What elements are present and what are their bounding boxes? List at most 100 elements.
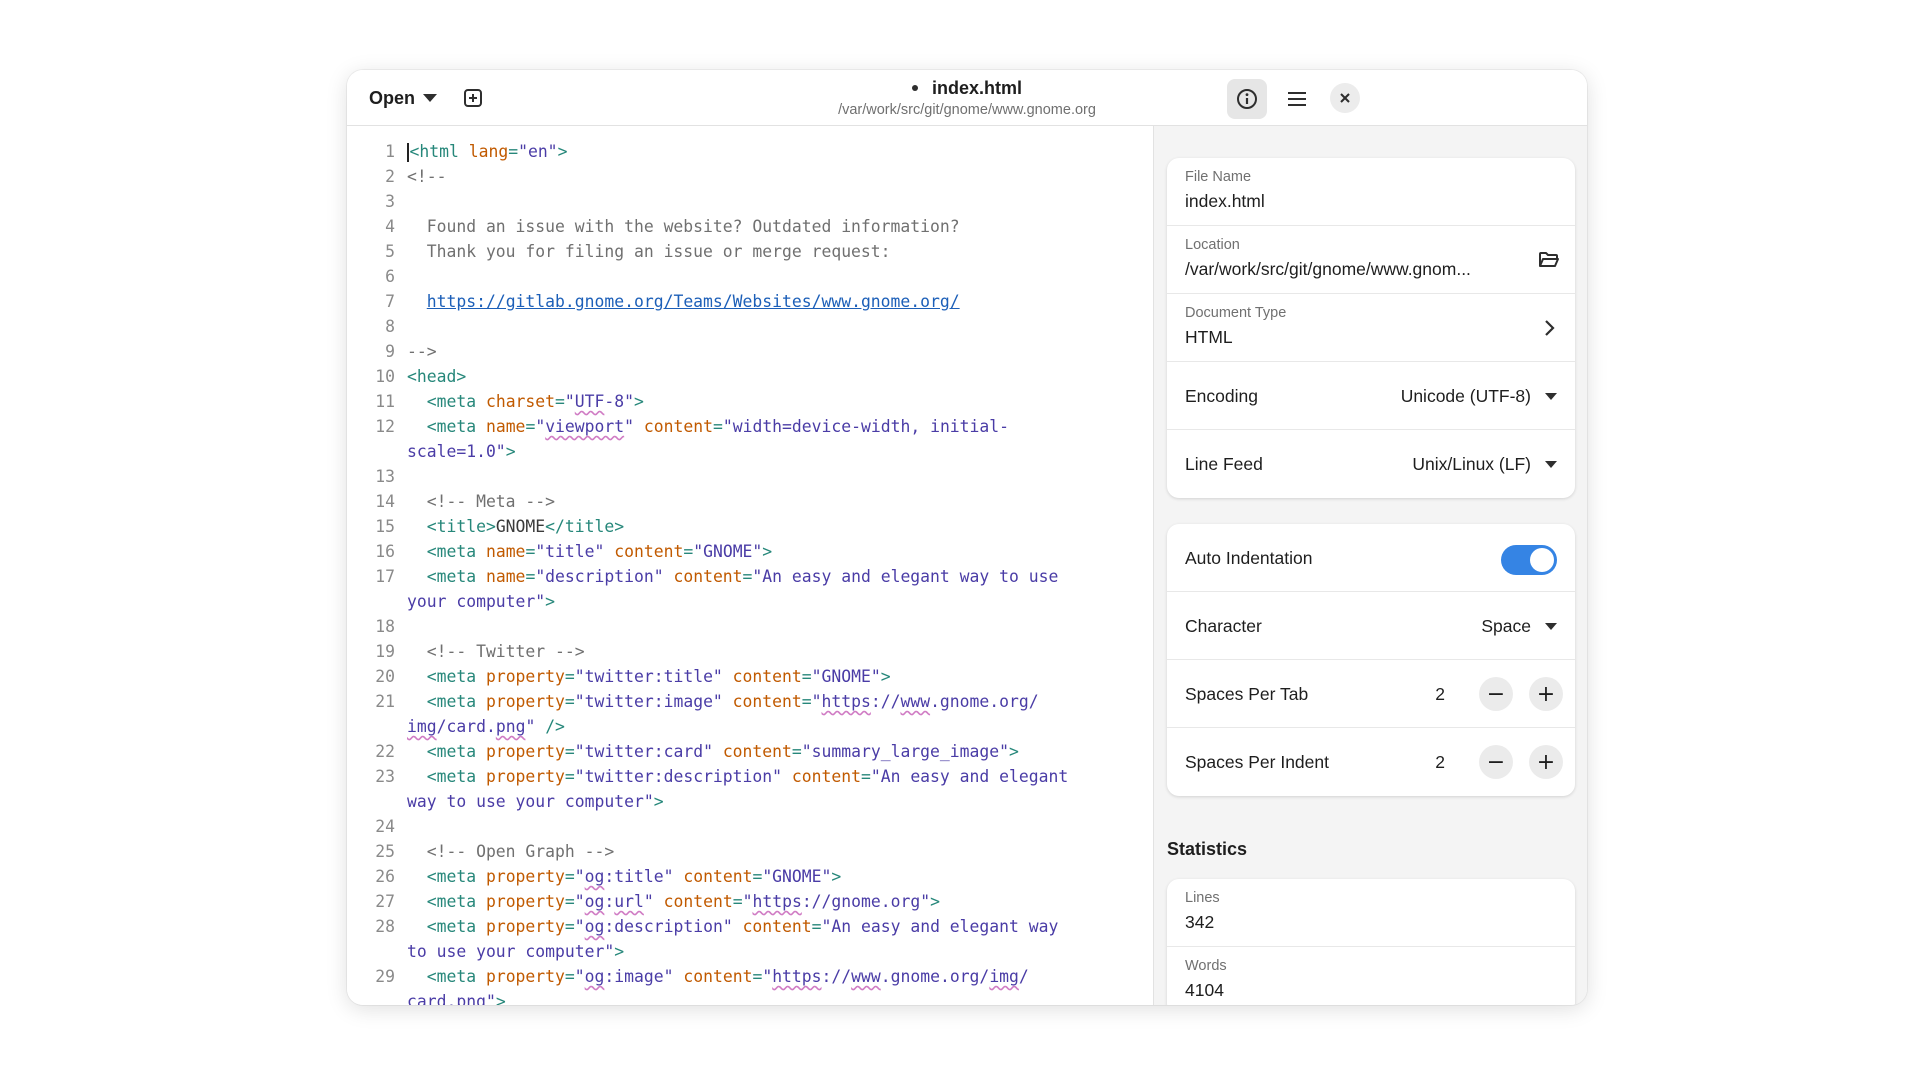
code-token: > — [831, 867, 842, 886]
code-token: property — [485, 767, 565, 786]
unsaved-indicator — [911, 85, 918, 91]
character-value: Space — [1481, 615, 1531, 636]
words-value: 4104 — [1185, 980, 1224, 1000]
spaces-per-tab-spinner: 2 − + — [1435, 660, 1563, 728]
code-token: property — [485, 742, 565, 761]
code-token: "twitter:description" — [574, 767, 792, 786]
code-token: content — [683, 867, 753, 886]
open-button[interactable]: Open — [359, 80, 447, 116]
spaces-per-tab-value[interactable]: 2 — [1435, 684, 1445, 705]
encoding-dropdown[interactable]: Unicode (UTF-8) — [1401, 362, 1557, 430]
close-icon — [1340, 93, 1350, 103]
code-token: <!-- Meta --> — [407, 492, 556, 511]
auto-indentation-switch[interactable] — [1501, 545, 1557, 575]
file-name-label: File Name — [1185, 169, 1252, 185]
auto-indentation-row: Auto Indentation — [1167, 524, 1575, 592]
code-token: > — [614, 942, 625, 961]
code-token: <meta — [407, 417, 486, 436]
code-token: content — [643, 417, 713, 436]
code-token: > — [557, 142, 568, 161]
decrease-button[interactable]: − — [1479, 745, 1513, 779]
encoding-value: Unicode (UTF-8) — [1400, 385, 1531, 406]
code-token: <meta — [407, 767, 486, 786]
code-link[interactable]: https://gitlab.gnome.org/Teams/Websites/… — [427, 292, 960, 311]
line-number: 4 — [385, 217, 395, 236]
code-editor[interactable]: 1 <html lang="en"> 2 <!-- 3 4 Found an issue … — [347, 126, 1153, 1005]
code-token: "An easy and elegant way — [821, 917, 1059, 936]
increase-button[interactable]: + — [1529, 745, 1563, 779]
file-name-row[interactable]: File Name index.html — [1167, 158, 1575, 226]
code-text: way to use your computer"> — [407, 789, 664, 814]
code-token: ://gnome.org" — [801, 892, 931, 911]
spaces-per-indent-value[interactable]: 2 — [1435, 752, 1445, 773]
code-token: <meta — [407, 867, 486, 886]
spaces-per-indent-label: Spaces Per Indent — [1185, 752, 1329, 772]
open-folder-button[interactable] — [1535, 246, 1563, 274]
code-token: :image" — [604, 967, 684, 986]
new-tab-button[interactable] — [455, 80, 491, 116]
code-token: scale=1.0" — [407, 442, 506, 461]
code-token: https — [772, 967, 822, 986]
code-text: <head> — [407, 364, 466, 389]
code-token: = — [732, 892, 743, 911]
code-token: <meta — [407, 917, 486, 936]
decrease-button[interactable]: − — [1479, 677, 1513, 711]
code-token: > — [880, 667, 891, 686]
document-properties-button[interactable] — [1227, 79, 1267, 119]
code-token: <meta — [407, 392, 486, 411]
code-text: your computer"> — [407, 589, 555, 614]
line-feed-dropdown[interactable]: Unix/Linux (LF) — [1412, 430, 1557, 498]
code-text: <meta property="twitter:card" content="s… — [407, 739, 1019, 764]
line-number: 14 — [375, 492, 395, 511]
main-menu-button[interactable] — [1277, 79, 1317, 119]
document-title: index.html — [931, 77, 1022, 98]
code-token: = — [555, 392, 565, 411]
code-token: = — [525, 567, 536, 586]
code-text: <meta name="description" content="An eas… — [407, 564, 1059, 589]
code-token: = — [564, 917, 575, 936]
code-token: <title> — [407, 517, 496, 536]
character-label: Character — [1185, 616, 1262, 636]
spaces-per-tab-label: Spaces Per Tab — [1185, 684, 1309, 704]
line-number: 19 — [375, 642, 395, 661]
location-label: Location — [1185, 237, 1240, 253]
code-token: img — [407, 717, 437, 736]
code-token: > — [762, 542, 773, 561]
character-dropdown[interactable]: Space — [1481, 592, 1557, 660]
code-token: www — [851, 967, 881, 986]
chevron-down-icon — [423, 94, 438, 102]
code-token: content — [732, 692, 802, 711]
code-token: > — [1009, 742, 1019, 761]
line-number: 6 — [385, 267, 395, 286]
file-name-value: index.html — [1185, 191, 1265, 211]
code-token: property — [485, 667, 565, 686]
spaces-per-indent-spinner: 2 − + — [1435, 728, 1563, 796]
line-number: 20 — [375, 667, 395, 686]
code-token: "width=device-width, initial- — [722, 417, 1010, 436]
document-type-row[interactable]: Document Type HTML — [1167, 294, 1575, 362]
line-number: 13 — [375, 467, 395, 486]
line-number: 5 — [385, 242, 395, 261]
code-token: way to use your computer" — [407, 792, 654, 811]
chevron-down-icon — [1545, 622, 1557, 630]
code-token: content — [742, 917, 812, 936]
location-row: Location /var/work/src/git/gnome/www.gno… — [1167, 226, 1575, 294]
code-token: :title" — [604, 867, 684, 886]
code-token: Found an issue with the website? Outdate… — [407, 217, 960, 236]
open-button-label: Open — [369, 87, 416, 108]
code-token: " — [574, 967, 585, 986]
code-text: Thank you for filing an issue or merge r… — [407, 239, 891, 264]
code-token: "summary_large_image" — [801, 742, 1009, 761]
close-window-button[interactable] — [1330, 83, 1360, 113]
code-token: property — [485, 867, 565, 886]
code-token: og — [584, 892, 605, 911]
code-token: charset — [485, 392, 556, 411]
code-token: Thank you for filing an issue or merge r… — [407, 242, 891, 261]
code-token: property — [485, 967, 565, 986]
line-number: 2 — [385, 167, 395, 186]
code-token: name — [485, 567, 526, 586]
code-token: your computer" — [407, 592, 546, 611]
document-type-value: HTML — [1185, 327, 1233, 347]
increase-button[interactable]: + — [1529, 677, 1563, 711]
code-token: <meta — [407, 542, 486, 561]
